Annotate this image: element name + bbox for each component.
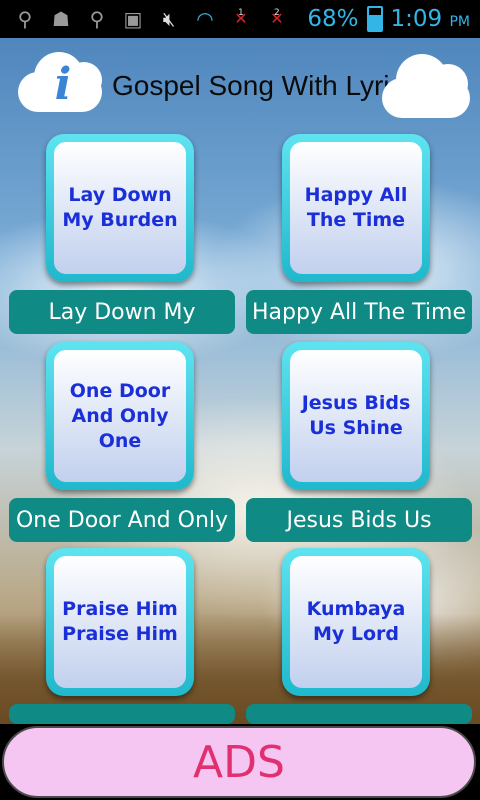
tile-title: Lay Down My Burden <box>62 184 178 231</box>
song-tile-lay-down-my-burden[interactable]: Lay Down My Burden <box>46 134 194 282</box>
battery-icon <box>366 6 383 32</box>
notification-icons: ⚲ ☗ ⚲ ▣ 🔇︎ ◠ ✕ 1 ✕ 2 <box>0 7 307 31</box>
header: i Gospel Song With Lyrics <box>0 38 480 138</box>
tile-face: One Door And Only One <box>54 350 186 482</box>
tile-title: Kumbaya My Lord <box>306 598 406 645</box>
wifi-icon: ◠ <box>196 7 214 31</box>
tile-title: Praise Him Praise Him <box>62 598 178 645</box>
info-icon: i <box>54 59 72 110</box>
tile-face: Kumbaya My Lord <box>290 556 422 688</box>
image-icon: ▣ <box>123 7 143 31</box>
song-tile-kumbaya-my-lord[interactable]: Kumbaya My Lord <box>282 548 430 696</box>
ad-banner: ADS <box>0 724 480 800</box>
status-bar: ⚲ ☗ ⚲ ▣ 🔇︎ ◠ ✕ 1 ✕ 2 68% 1:09 PM <box>0 0 480 38</box>
cloud-icon <box>380 44 472 124</box>
sim1-label: 1 <box>238 8 244 18</box>
song-label-happy-all-the-time[interactable]: Happy All The Time <box>246 290 472 334</box>
song-label-praise-him[interactable] <box>9 704 235 724</box>
battery-percent: 68% <box>307 6 359 32</box>
tile-face: Praise Him Praise Him <box>54 556 186 688</box>
tile-title: Happy All The Time <box>304 184 408 231</box>
song-tile-happy-all-the-time[interactable]: Happy All The Time <box>282 134 430 282</box>
clock-ampm: PM <box>449 14 470 30</box>
status-right: 68% 1:09 PM <box>307 6 480 32</box>
clock: 1:09 PM <box>391 6 471 32</box>
info-button[interactable]: i <box>14 48 106 118</box>
usb-icon: ⚲ <box>17 7 33 31</box>
song-tile-one-door-and-only-one[interactable]: One Door And Only One <box>46 342 194 490</box>
tile-title: Jesus Bids Us Shine <box>301 392 411 439</box>
song-label-one-door-and-only[interactable]: One Door And Only <box>9 498 235 542</box>
usb-icon: ⚲ <box>89 7 105 31</box>
cloud-shape <box>428 64 468 104</box>
sim1-no-signal-icon: ✕ 1 <box>230 8 252 29</box>
clock-time: 1:09 <box>390 6 443 32</box>
song-label-lay-down-my[interactable]: Lay Down My <box>9 290 235 334</box>
tile-face: Happy All The Time <box>290 142 422 274</box>
ads-button[interactable]: ADS <box>2 726 476 798</box>
song-tile-praise-him-praise-him[interactable]: Praise Him Praise Him <box>46 548 194 696</box>
tile-face: Lay Down My Burden <box>54 142 186 274</box>
tile-face: Jesus Bids Us Shine <box>290 350 422 482</box>
sim2-no-signal-icon: ✕ 2 <box>266 8 288 29</box>
mute-icon: 🔇︎ <box>162 7 176 31</box>
song-label-jesus-bids-us[interactable]: Jesus Bids Us <box>246 498 472 542</box>
tile-title: One Door And Only One <box>69 379 171 452</box>
song-label-kumbaya[interactable] <box>246 704 472 724</box>
song-tile-jesus-bids-us-shine[interactable]: Jesus Bids Us Shine <box>282 342 430 490</box>
android-debug-icon: ☗ <box>52 7 70 31</box>
sim2-label: 2 <box>274 8 280 18</box>
